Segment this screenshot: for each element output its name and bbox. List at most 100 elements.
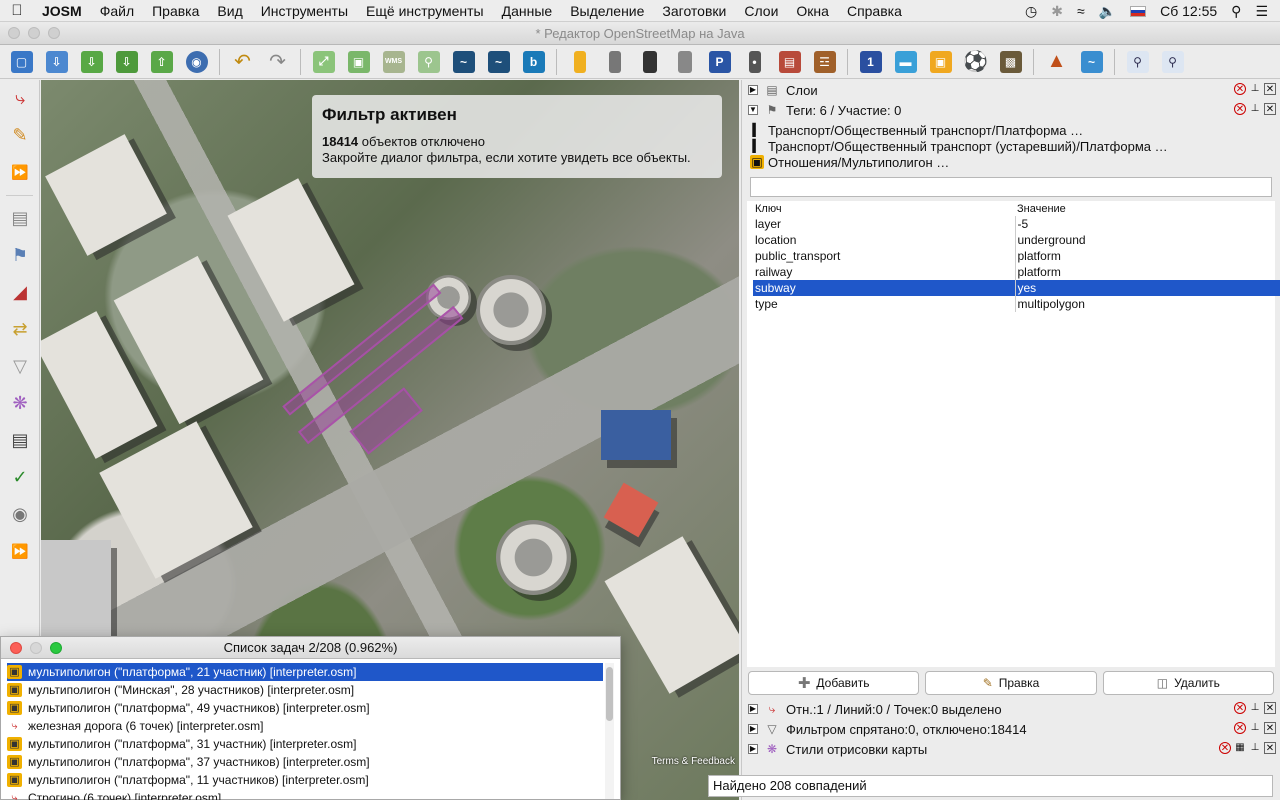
zoom-dialog-button[interactable] (50, 642, 62, 654)
filter-panel-header[interactable]: ▶ ▽ Фильтром спрятано:0, отключено:18414… (742, 719, 1280, 739)
preset-wall-button[interactable]: ▤ (774, 48, 805, 76)
tag-key[interactable]: location (753, 232, 1015, 248)
menu-selection[interactable]: Выделение (561, 3, 653, 19)
relations-toggle-button[interactable]: ◢ (0, 274, 40, 311)
preset-link[interactable]: ▣ Отношения/Мультиполигон … (750, 154, 1272, 170)
undo-button[interactable]: ↶ (227, 48, 258, 76)
more-modes-button[interactable]: ⏩ (0, 154, 40, 191)
preset-railway-button[interactable]: ☲ (809, 48, 840, 76)
menu-view[interactable]: Вид (208, 3, 251, 19)
changeset-toggle-button[interactable]: ▤ (0, 422, 40, 459)
edit-tag-button[interactable]: ✎ Правка (925, 671, 1097, 695)
close-panel-icon[interactable]: ✕ (1264, 83, 1276, 95)
preset-path-button[interactable] (669, 48, 700, 76)
search-presets-button[interactable]: ⚲ (1122, 48, 1153, 76)
tag-value[interactable]: underground (1014, 232, 1280, 248)
value-column-header[interactable]: Значение (1015, 201, 1280, 216)
task-list-scrollbar[interactable] (605, 663, 614, 799)
imagery-layer-1-button[interactable]: ~ (448, 48, 479, 76)
tag-key[interactable]: type (753, 296, 1015, 312)
disable-panel-icon[interactable]: ✕ (1234, 103, 1246, 115)
close-panel-icon[interactable]: ✕ (1264, 742, 1276, 754)
download-area-button[interactable]: ⇩ (111, 48, 142, 76)
detach-panel-icon[interactable]: ⊥ (1249, 702, 1261, 714)
disable-panel-icon[interactable]: ✕ (1234, 702, 1246, 714)
volume-icon[interactable]: 🔈 (1099, 3, 1116, 20)
open-file-button[interactable]: ▢ (6, 48, 37, 76)
preset-highway-button[interactable] (634, 48, 665, 76)
tag-value[interactable]: -5 (1014, 216, 1280, 232)
select-mode-button[interactable]: ⤷ (0, 80, 40, 117)
preset-peak-button[interactable]: ▲ (1041, 48, 1072, 76)
close-window-button[interactable] (8, 27, 20, 39)
save-button[interactable]: ⇩ (41, 48, 72, 76)
clock[interactable]: Сб 12:55 (1160, 3, 1217, 19)
add-tag-button[interactable]: ✚ Добавить (748, 671, 920, 695)
tag-row[interactable]: location underground (753, 232, 1280, 248)
list-item[interactable]: ▣ мультиполигон ("платформа", 49 участник… (7, 699, 603, 717)
preset-road-button[interactable] (564, 48, 595, 76)
expand-toggle-icon[interactable]: ▶ (748, 704, 758, 714)
close-panel-icon[interactable]: ✕ (1264, 103, 1276, 115)
menu-layers[interactable]: Слои (735, 3, 787, 19)
menu-data[interactable]: Данные (493, 3, 562, 19)
tag-value[interactable]: yes (1014, 280, 1280, 296)
key-column-header[interactable]: Ключ (753, 201, 1015, 216)
selection-panel-header[interactable]: ▶ ⤷ Отн.:1 / Линий:0 / Точек:0 выделено … (742, 699, 1280, 719)
close-panel-icon[interactable]: ✕ (1264, 722, 1276, 734)
tag-key[interactable]: public_transport (753, 248, 1015, 264)
detach-panel-icon[interactable]: ⊥ (1249, 83, 1261, 95)
menu-presets[interactable]: Заготовки (653, 3, 735, 19)
menu-windows[interactable]: Окна (787, 3, 838, 19)
input-language-flag-icon[interactable] (1130, 5, 1147, 17)
tag-row[interactable]: railway platform (753, 264, 1280, 280)
expand-toggle-icon[interactable]: ▶ (748, 724, 758, 734)
time-machine-icon[interactable]: ◷ (1025, 3, 1037, 20)
preset-link[interactable]: ▍ Транспорт/Общественный транспорт (устар… (750, 138, 1272, 154)
preset-track-button[interactable] (599, 48, 630, 76)
list-item[interactable]: ⤷ Строгино (6 точек) [interpreter.osm] (7, 789, 603, 800)
imagery-layer-2-button[interactable]: ~ (483, 48, 514, 76)
zoom-to-selection-button[interactable]: ▣ (343, 48, 374, 76)
tag-value[interactable]: platform (1014, 248, 1280, 264)
tags-toggle-button[interactable]: ⚑ (0, 237, 40, 274)
close-panel-icon[interactable]: ✕ (1264, 702, 1276, 714)
wikipedia-button[interactable]: ◉ (0, 496, 40, 533)
wifi-icon[interactable]: ≈ (1077, 3, 1085, 19)
minimize-dialog-button[interactable] (30, 642, 42, 654)
list-item[interactable]: ▣ мультиполигон ("платформа", 11 участник… (7, 771, 603, 789)
list-item[interactable]: ▣ мультиполигон ("Минская", 28 участников… (7, 681, 603, 699)
delete-tag-button[interactable]: ◫ Удалить (1102, 671, 1274, 695)
bluetooth-icon[interactable]: ✱ (1051, 3, 1063, 20)
menu-more-tools[interactable]: Ещё инструменты (357, 3, 493, 19)
tags-panel-header[interactable]: ▼ ⚑ Теги: 6 / Участие: 0 ✕ ⊥ ✕ (742, 100, 1280, 120)
validation-toggle-button[interactable]: ✓ (0, 459, 40, 496)
search-presets-2-button[interactable]: ⚲ (1157, 48, 1188, 76)
tag-key[interactable]: subway (753, 280, 1015, 296)
map-styles-panel-header[interactable]: ▶ ❋ Стили отрисовки карты ✕ ▦ ⊥ ✕ (742, 739, 1280, 759)
preset-sport-button[interactable]: ⚽ (960, 48, 991, 76)
preset-info-button[interactable]: 1 (855, 48, 886, 76)
close-dialog-button[interactable] (10, 642, 22, 654)
apple-icon[interactable]:  (0, 2, 34, 19)
wms-tms-button[interactable]: WMS (378, 48, 409, 76)
preset-industrial-button[interactable]: ▩ (995, 48, 1026, 76)
menu-file[interactable]: Файл (91, 3, 143, 19)
layers-panel-header[interactable]: ▶ ▤ Слои ✕ ⊥ ✕ (742, 80, 1280, 100)
scrollbar-thumb[interactable] (606, 667, 613, 721)
menu-edit[interactable]: Правка (143, 3, 208, 19)
preset-parking-button[interactable]: P (704, 48, 735, 76)
tag-search-input[interactable] (750, 177, 1272, 197)
download-data-button[interactable]: ⇩ (76, 48, 107, 76)
disable-panel-icon[interactable]: ✕ (1234, 83, 1246, 95)
menu-tools[interactable]: Инструменты (252, 3, 357, 19)
terms-feedback-link[interactable]: Terms & Feedback (652, 756, 735, 767)
preset-waterway-button[interactable]: ~ (1076, 48, 1107, 76)
commands-toggle-button[interactable]: ⇄ (0, 311, 40, 348)
tag-value[interactable]: platform (1014, 264, 1280, 280)
tag-row[interactable]: type multipolygon (753, 296, 1280, 312)
settings-icon[interactable]: ▦ (1234, 742, 1246, 754)
more-toggles-button[interactable]: ⏩ (0, 533, 40, 570)
detach-panel-icon[interactable]: ⊥ (1249, 742, 1261, 754)
filter-toggle-button[interactable]: ▽ (0, 348, 40, 385)
